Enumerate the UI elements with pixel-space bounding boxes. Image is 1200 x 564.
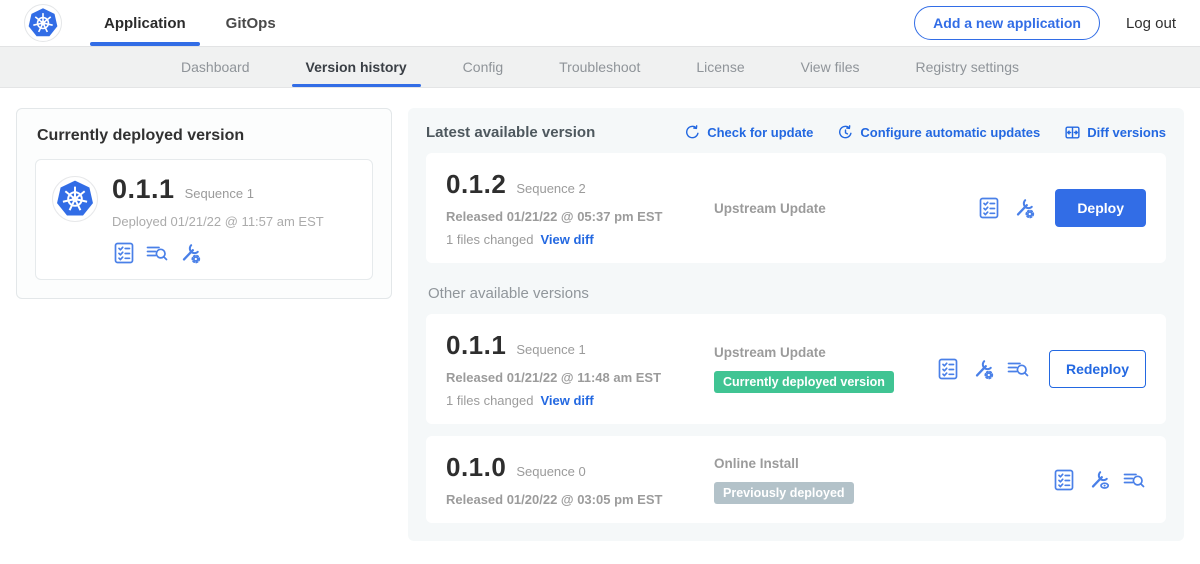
check-for-update-link[interactable]: Check for update [684,124,813,141]
currently-deployed-panel: Currently deployed version 0.1.1 Sequenc… [16,108,392,299]
version-source-label: Upstream Update [714,345,826,360]
config-wrench-gear-icon[interactable] [971,357,995,381]
app-kubernetes-icon [52,176,98,222]
add-application-button[interactable]: Add a new application [914,6,1100,40]
subnav-registry-settings-label: Registry settings [916,59,1019,75]
deployed-version-number: 0.1.1 [112,174,175,205]
latest-available-title: Latest available version [426,124,595,141]
version-sequence: Sequence 2 [516,181,585,196]
version-sequence: Sequence 0 [516,464,585,479]
view-diff-link[interactable]: View diff [540,393,593,408]
logout-link[interactable]: Log out [1126,15,1176,32]
configure-automatic-updates-link[interactable]: Configure automatic updates [837,124,1040,141]
currently-deployed-badge: Currently deployed version [714,371,894,393]
tab-application-label: Application [104,15,186,32]
tab-gitops-label: GitOps [226,15,276,32]
subnav-view-files-label: View files [801,59,860,75]
deployed-sequence: Sequence 1 [185,186,254,201]
version-number: 0.1.1 [446,330,506,361]
config-wrench-gear-icon[interactable] [1012,196,1036,220]
subnav-config[interactable]: Config [435,47,531,87]
diff-versions-link[interactable]: Diff versions [1064,124,1166,141]
other-available-title: Other available versions [428,285,1166,302]
header-right: Add a new application Log out [914,6,1176,40]
refresh-clock-icon [837,124,854,141]
subnav-view-files[interactable]: View files [773,47,888,87]
version-released-timestamp: Released 01/21/22 @ 05:37 pm EST [446,209,704,224]
subnav-license-label: License [696,59,744,75]
diff-columns-icon [1064,124,1081,141]
tab-gitops[interactable]: GitOps [212,0,290,46]
redeploy-button[interactable]: Redeploy [1049,350,1146,388]
version-released-timestamp: Released 01/21/22 @ 11:48 am EST [446,370,704,385]
version-sequence: Sequence 1 [516,342,585,357]
deployed-timestamp: Deployed 01/21/22 @ 11:57 am EST [112,214,324,229]
tab-application[interactable]: Application [90,0,200,46]
deploy-button[interactable]: Deploy [1055,189,1146,227]
release-notes-icon[interactable] [1006,357,1030,381]
version-card-0-1-2: 0.1.2 Sequence 2 Released 01/21/22 @ 05:… [426,153,1166,263]
subnav-dashboard-label: Dashboard [181,59,250,75]
version-number: 0.1.0 [446,452,506,483]
release-notes-icon[interactable] [145,241,169,265]
subnav-registry-settings[interactable]: Registry settings [888,47,1047,87]
version-released-timestamp: Released 01/20/22 @ 03:05 pm EST [446,492,704,507]
view-diff-link[interactable]: View diff [540,232,593,247]
subnav-troubleshoot[interactable]: Troubleshoot [531,47,668,87]
check-for-update-label: Check for update [707,125,813,140]
main-content: Currently deployed version 0.1.1 Sequenc… [0,88,1200,541]
app-subnav: Dashboard Version history Config Trouble… [0,46,1200,88]
preflight-checklist-icon[interactable] [1052,468,1076,492]
version-card-0-1-0: 0.1.0 Sequence 0 Released 01/20/22 @ 03:… [426,436,1166,523]
version-source-label: Upstream Update [714,201,826,216]
preflight-checklist-icon[interactable] [936,357,960,381]
version-card-0-1-1: 0.1.1 Sequence 1 Released 01/21/22 @ 11:… [426,314,1166,424]
diff-versions-label: Diff versions [1087,125,1166,140]
kubernetes-logo [24,4,62,42]
refresh-icon [684,124,701,141]
currently-deployed-card: 0.1.1 Sequence 1 Deployed 01/21/22 @ 11:… [35,159,373,280]
files-changed-label: 1 files changed [446,232,533,247]
version-source-label: Online Install [714,456,799,471]
app-header: Application GitOps Add a new application… [0,0,1200,46]
preflight-checklist-icon[interactable] [977,196,1001,220]
preflight-checklist-icon[interactable] [112,241,136,265]
previously-deployed-badge: Previously deployed [714,482,854,504]
configure-automatic-updates-label: Configure automatic updates [860,125,1040,140]
currently-deployed-title: Currently deployed version [37,127,373,145]
subnav-dashboard[interactable]: Dashboard [153,47,278,87]
subnav-version-history-label: Version history [306,59,407,75]
files-changed-label: 1 files changed [446,393,533,408]
subnav-license[interactable]: License [668,47,772,87]
subnav-version-history[interactable]: Version history [278,47,435,87]
config-wrench-gear-icon[interactable] [178,241,202,265]
version-history-panel: Latest available version Check for updat… [408,108,1184,541]
version-number: 0.1.2 [446,169,506,200]
release-notes-icon[interactable] [1122,468,1146,492]
app-nav-tabs: Application GitOps [90,0,302,46]
config-wrench-eye-icon[interactable] [1087,468,1111,492]
subnav-config-label: Config [463,59,503,75]
subnav-troubleshoot-label: Troubleshoot [559,59,640,75]
